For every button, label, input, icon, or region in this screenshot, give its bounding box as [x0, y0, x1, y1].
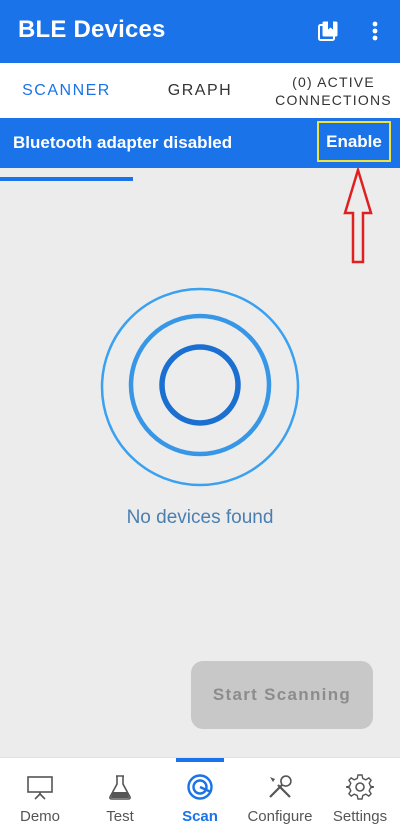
presentation-icon	[27, 776, 53, 800]
gear-icon	[346, 774, 374, 800]
nav-label-scan: Scan	[182, 808, 218, 825]
bluetooth-disabled-banner: Bluetooth adapter disabled Enable	[0, 118, 400, 168]
tab-bar: SCANNER GRAPH (0) ACTIVE CONNECTIONS	[0, 63, 400, 181]
start-scanning-button[interactable]: Start Scanning	[191, 661, 373, 729]
nav-label-demo: Demo	[19, 808, 60, 825]
nav-item-test[interactable]: Test	[80, 758, 160, 835]
tools-icon	[269, 775, 292, 798]
app-title: BLE Devices	[18, 16, 166, 43]
no-devices-text: No devices found	[126, 507, 274, 528]
nav-item-configure[interactable]: Configure	[240, 758, 320, 835]
more-vert-icon[interactable]	[358, 14, 392, 48]
nav-label-settings: Settings	[332, 808, 388, 825]
bookmark-stack-icon[interactable]	[311, 14, 345, 48]
radar-icon	[187, 774, 213, 800]
app-bar: BLE Devices	[0, 0, 400, 63]
nav-item-settings[interactable]: Settings	[320, 758, 400, 835]
banner-message: Bluetooth adapter disabled	[13, 133, 233, 152]
tab-graph[interactable]: GRAPH	[133, 63, 267, 118]
enable-bluetooth-button[interactable]: Enable	[317, 121, 391, 162]
nav-label-configure: Configure	[247, 808, 313, 825]
flask-icon	[109, 775, 131, 800]
annotation-arrow-icon	[343, 168, 373, 264]
tab-active-connections[interactable]: (0) ACTIVE CONNECTIONS	[267, 63, 400, 118]
tab-scanner[interactable]: SCANNER	[0, 63, 133, 118]
nav-label-test: Test	[106, 808, 134, 825]
nav-item-scan[interactable]: Scan	[160, 758, 240, 835]
radar-icon	[100, 287, 300, 487]
bottom-navigation: Demo Test Scan Configure Settings	[0, 757, 400, 835]
tab-indicator	[0, 177, 133, 181]
nav-item-demo[interactable]: Demo	[0, 758, 80, 835]
